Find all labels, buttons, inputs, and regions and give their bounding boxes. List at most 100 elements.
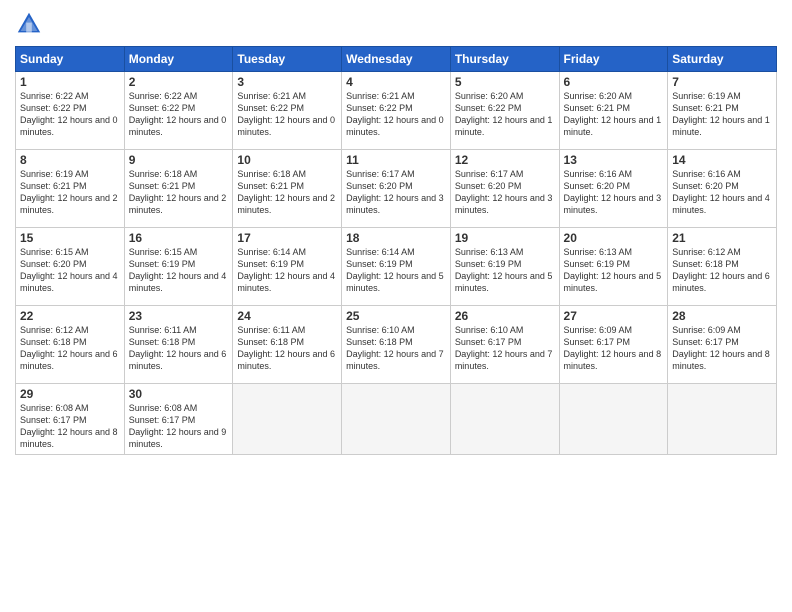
table-cell: 15Sunrise: 6:15 AMSunset: 6:20 PMDayligh… <box>16 228 125 306</box>
table-cell: 6Sunrise: 6:20 AMSunset: 6:21 PMDaylight… <box>559 72 668 150</box>
day-info: Sunrise: 6:15 AMSunset: 6:20 PMDaylight:… <box>20 246 120 295</box>
day-info: Sunrise: 6:21 AMSunset: 6:22 PMDaylight:… <box>237 90 337 139</box>
table-cell <box>450 384 559 455</box>
day-info: Sunrise: 6:14 AMSunset: 6:19 PMDaylight:… <box>346 246 446 295</box>
day-info: Sunrise: 6:17 AMSunset: 6:20 PMDaylight:… <box>346 168 446 217</box>
table-cell: 11Sunrise: 6:17 AMSunset: 6:20 PMDayligh… <box>342 150 451 228</box>
table-cell: 28Sunrise: 6:09 AMSunset: 6:17 PMDayligh… <box>668 306 777 384</box>
day-number: 9 <box>129 153 229 167</box>
table-cell: 26Sunrise: 6:10 AMSunset: 6:17 PMDayligh… <box>450 306 559 384</box>
table-cell: 19Sunrise: 6:13 AMSunset: 6:19 PMDayligh… <box>450 228 559 306</box>
day-info: Sunrise: 6:11 AMSunset: 6:18 PMDaylight:… <box>129 324 229 373</box>
day-info: Sunrise: 6:13 AMSunset: 6:19 PMDaylight:… <box>564 246 664 295</box>
day-info: Sunrise: 6:21 AMSunset: 6:22 PMDaylight:… <box>346 90 446 139</box>
table-cell: 3Sunrise: 6:21 AMSunset: 6:22 PMDaylight… <box>233 72 342 150</box>
table-cell <box>233 384 342 455</box>
day-info: Sunrise: 6:12 AMSunset: 6:18 PMDaylight:… <box>672 246 772 295</box>
day-number: 2 <box>129 75 229 89</box>
table-cell: 13Sunrise: 6:16 AMSunset: 6:20 PMDayligh… <box>559 150 668 228</box>
table-cell: 12Sunrise: 6:17 AMSunset: 6:20 PMDayligh… <box>450 150 559 228</box>
table-cell: 10Sunrise: 6:18 AMSunset: 6:21 PMDayligh… <box>233 150 342 228</box>
table-cell: 25Sunrise: 6:10 AMSunset: 6:18 PMDayligh… <box>342 306 451 384</box>
day-info: Sunrise: 6:16 AMSunset: 6:20 PMDaylight:… <box>672 168 772 217</box>
day-info: Sunrise: 6:17 AMSunset: 6:20 PMDaylight:… <box>455 168 555 217</box>
calendar-table: Sunday Monday Tuesday Wednesday Thursday… <box>15 46 777 455</box>
logo-icon <box>15 10 43 38</box>
day-number: 4 <box>346 75 446 89</box>
day-number: 1 <box>20 75 120 89</box>
header <box>15 10 777 38</box>
table-cell <box>668 384 777 455</box>
day-info: Sunrise: 6:22 AMSunset: 6:22 PMDaylight:… <box>20 90 120 139</box>
table-cell: 1Sunrise: 6:22 AMSunset: 6:22 PMDaylight… <box>16 72 125 150</box>
table-cell: 23Sunrise: 6:11 AMSunset: 6:18 PMDayligh… <box>124 306 233 384</box>
day-number: 10 <box>237 153 337 167</box>
day-info: Sunrise: 6:16 AMSunset: 6:20 PMDaylight:… <box>564 168 664 217</box>
day-number: 14 <box>672 153 772 167</box>
table-cell: 29Sunrise: 6:08 AMSunset: 6:17 PMDayligh… <box>16 384 125 455</box>
col-thursday: Thursday <box>450 47 559 72</box>
day-info: Sunrise: 6:10 AMSunset: 6:18 PMDaylight:… <box>346 324 446 373</box>
day-info: Sunrise: 6:15 AMSunset: 6:19 PMDaylight:… <box>129 246 229 295</box>
col-friday: Friday <box>559 47 668 72</box>
day-info: Sunrise: 6:18 AMSunset: 6:21 PMDaylight:… <box>129 168 229 217</box>
col-monday: Monday <box>124 47 233 72</box>
table-cell: 21Sunrise: 6:12 AMSunset: 6:18 PMDayligh… <box>668 228 777 306</box>
day-number: 16 <box>129 231 229 245</box>
day-info: Sunrise: 6:14 AMSunset: 6:19 PMDaylight:… <box>237 246 337 295</box>
day-number: 15 <box>20 231 120 245</box>
table-cell <box>342 384 451 455</box>
table-cell: 8Sunrise: 6:19 AMSunset: 6:21 PMDaylight… <box>16 150 125 228</box>
day-info: Sunrise: 6:19 AMSunset: 6:21 PMDaylight:… <box>20 168 120 217</box>
col-tuesday: Tuesday <box>233 47 342 72</box>
day-info: Sunrise: 6:12 AMSunset: 6:18 PMDaylight:… <box>20 324 120 373</box>
table-cell: 30Sunrise: 6:08 AMSunset: 6:17 PMDayligh… <box>124 384 233 455</box>
table-cell: 2Sunrise: 6:22 AMSunset: 6:22 PMDaylight… <box>124 72 233 150</box>
page: Sunday Monday Tuesday Wednesday Thursday… <box>0 0 792 612</box>
table-cell: 9Sunrise: 6:18 AMSunset: 6:21 PMDaylight… <box>124 150 233 228</box>
logo <box>15 10 47 38</box>
col-sunday: Sunday <box>16 47 125 72</box>
day-info: Sunrise: 6:13 AMSunset: 6:19 PMDaylight:… <box>455 246 555 295</box>
day-number: 11 <box>346 153 446 167</box>
day-info: Sunrise: 6:09 AMSunset: 6:17 PMDaylight:… <box>672 324 772 373</box>
day-number: 7 <box>672 75 772 89</box>
day-number: 6 <box>564 75 664 89</box>
day-number: 12 <box>455 153 555 167</box>
table-cell: 14Sunrise: 6:16 AMSunset: 6:20 PMDayligh… <box>668 150 777 228</box>
day-number: 25 <box>346 309 446 323</box>
table-cell: 20Sunrise: 6:13 AMSunset: 6:19 PMDayligh… <box>559 228 668 306</box>
table-cell: 27Sunrise: 6:09 AMSunset: 6:17 PMDayligh… <box>559 306 668 384</box>
table-cell: 4Sunrise: 6:21 AMSunset: 6:22 PMDaylight… <box>342 72 451 150</box>
table-cell: 5Sunrise: 6:20 AMSunset: 6:22 PMDaylight… <box>450 72 559 150</box>
table-cell: 16Sunrise: 6:15 AMSunset: 6:19 PMDayligh… <box>124 228 233 306</box>
day-info: Sunrise: 6:19 AMSunset: 6:21 PMDaylight:… <box>672 90 772 139</box>
table-cell <box>559 384 668 455</box>
day-number: 18 <box>346 231 446 245</box>
day-number: 29 <box>20 387 120 401</box>
day-info: Sunrise: 6:18 AMSunset: 6:21 PMDaylight:… <box>237 168 337 217</box>
day-number: 13 <box>564 153 664 167</box>
day-number: 22 <box>20 309 120 323</box>
day-number: 24 <box>237 309 337 323</box>
col-wednesday: Wednesday <box>342 47 451 72</box>
day-number: 26 <box>455 309 555 323</box>
table-cell: 22Sunrise: 6:12 AMSunset: 6:18 PMDayligh… <box>16 306 125 384</box>
header-row: Sunday Monday Tuesday Wednesday Thursday… <box>16 47 777 72</box>
day-number: 23 <box>129 309 229 323</box>
day-info: Sunrise: 6:08 AMSunset: 6:17 PMDaylight:… <box>20 402 120 451</box>
day-number: 8 <box>20 153 120 167</box>
day-number: 28 <box>672 309 772 323</box>
day-number: 17 <box>237 231 337 245</box>
table-cell: 24Sunrise: 6:11 AMSunset: 6:18 PMDayligh… <box>233 306 342 384</box>
day-info: Sunrise: 6:09 AMSunset: 6:17 PMDaylight:… <box>564 324 664 373</box>
col-saturday: Saturday <box>668 47 777 72</box>
day-number: 19 <box>455 231 555 245</box>
table-cell: 7Sunrise: 6:19 AMSunset: 6:21 PMDaylight… <box>668 72 777 150</box>
day-number: 27 <box>564 309 664 323</box>
day-number: 5 <box>455 75 555 89</box>
day-info: Sunrise: 6:22 AMSunset: 6:22 PMDaylight:… <box>129 90 229 139</box>
day-info: Sunrise: 6:11 AMSunset: 6:18 PMDaylight:… <box>237 324 337 373</box>
day-number: 30 <box>129 387 229 401</box>
day-info: Sunrise: 6:10 AMSunset: 6:17 PMDaylight:… <box>455 324 555 373</box>
